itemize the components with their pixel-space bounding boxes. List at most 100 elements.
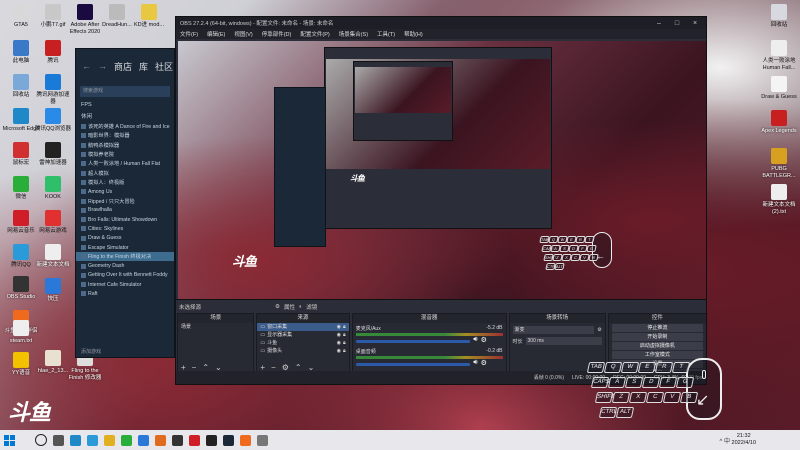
desktop-icon[interactable]: Apex Legends <box>760 110 798 135</box>
eye-icon[interactable]: ◉ <box>337 331 341 339</box>
filter-icon[interactable]: ◐ <box>299 304 302 310</box>
system-tray[interactable]: ^ 中 <box>720 436 730 445</box>
steam-search-input[interactable]: 搜索游戏 <box>80 86 170 97</box>
lock-icon[interactable]: 🔒︎ <box>343 339 346 347</box>
back-arrow-icon[interactable]: ← <box>82 61 91 71</box>
desktop-icon[interactable]: KOOK <box>34 176 72 201</box>
source-item[interactable]: ▭ 斗鱼 ◉ 🔒︎ <box>257 339 348 347</box>
desktop-icon[interactable]: PUBG BATTLEGR... <box>760 148 798 179</box>
control-button[interactable]: 停止推流 <box>611 324 703 332</box>
minimize-icon[interactable]: – <box>652 20 666 27</box>
folder-icon[interactable] <box>104 434 115 446</box>
steam-tab-store[interactable]: 商店 <box>114 60 132 73</box>
transition-type[interactable]: 渐变 ⚙ <box>512 326 602 334</box>
menu-item[interactable]: 视图(V) <box>234 30 252 38</box>
desktop-icon[interactable]: 新建文本文档 (2).txt <box>760 184 798 215</box>
menu-item[interactable]: 文件(F) <box>180 30 198 38</box>
steam-window[interactable]: ← → 商店 库 社区 搜索游戏 FPS 休闲 该死的英雄 A Dance of… <box>75 48 175 358</box>
menu-item[interactable]: 配置文件(P) <box>300 30 329 38</box>
steam-category[interactable]: FPS <box>76 100 174 110</box>
transition-gear-icon[interactable]: ⚙ <box>597 327 601 333</box>
lock-icon[interactable]: 🔒︎ <box>343 323 346 331</box>
desktop-icon[interactable]: 人类一败涂地 Human Fall... <box>760 40 798 71</box>
steam-category[interactable]: 休闲 <box>76 110 174 122</box>
forward-arrow-icon[interactable]: → <box>98 61 107 71</box>
steam-game-item[interactable]: Geometry Dash <box>76 261 174 270</box>
desktop-icon[interactable]: KD进 mod... <box>130 4 168 29</box>
wechat-icon[interactable] <box>121 434 132 446</box>
lock-icon[interactable]: 🔒︎ <box>343 331 346 339</box>
netease-icon[interactable] <box>189 434 200 446</box>
steam-game-item[interactable]: 模拟养老院 <box>76 150 174 159</box>
steam-taskbar-icon[interactable] <box>223 434 234 446</box>
menu-item[interactable]: 停靠部件(D) <box>262 30 292 38</box>
steam-game-item[interactable]: Among Us <box>76 187 174 196</box>
speaker-icon[interactable]: 🔊︎ <box>473 359 477 367</box>
desktop-icon[interactable]: 回收站 <box>760 4 798 29</box>
steam-game-item[interactable]: Draw & Guess <box>76 234 174 243</box>
menu-item[interactable]: 工具(T) <box>377 30 395 38</box>
gear-icon[interactable]: ⚙ <box>481 359 487 367</box>
desktop-icon[interactable]: 腾讯 <box>34 40 72 65</box>
menu-item[interactable]: 帮助(H) <box>404 30 423 38</box>
desktop-icon[interactable]: 雷神加速器 <box>34 142 72 167</box>
eye-icon[interactable]: ◉ <box>337 347 341 355</box>
source-item[interactable]: ▭ 摄像头 ◉ 🔒︎ <box>257 347 348 355</box>
source-item[interactable]: ▭ 窗口采集 ◉ 🔒︎ <box>257 323 349 331</box>
windows-start-icon[interactable] <box>4 434 15 446</box>
properties-button[interactable]: 属性 <box>284 303 295 311</box>
steam-game-item[interactable]: Fling to the Finish 终极对决 <box>76 252 174 262</box>
volume-slider[interactable] <box>355 362 471 366</box>
steam-tab-library[interactable]: 库 <box>139 60 148 73</box>
desktop-icon[interactable]: Draw & Guess <box>760 76 798 101</box>
filters-button[interactable]: 滤镜 <box>306 303 317 311</box>
lock-icon[interactable]: 🔒︎ <box>343 347 346 355</box>
control-button[interactable]: 启动虚拟摄像机 <box>611 342 703 350</box>
obs-preview[interactable]: 斗鱼 斗鱼 <box>178 41 706 299</box>
steam-game-item[interactable]: Internet Cafe Simulator <box>76 280 174 289</box>
steam-game-item[interactable]: Brawlhalla <box>76 206 174 215</box>
steam-game-item[interactable]: 该死的英雄 A Dance of Fire and Ice <box>76 122 174 131</box>
clock[interactable]: 21:32 2022/4/10 <box>732 433 756 447</box>
steam-game-item[interactable]: Ripped / 只只大冒险 <box>76 196 174 205</box>
steam-game-item[interactable]: Bro Falls: Ultimate Showdown <box>76 215 174 224</box>
gear-icon[interactable]: ⚙ <box>481 336 487 344</box>
app-icon-2[interactable] <box>257 434 268 446</box>
qq-icon[interactable] <box>138 434 149 446</box>
gear-icon[interactable]: ⚙ <box>275 304 280 310</box>
eye-icon[interactable]: ◉ <box>337 339 341 347</box>
steam-game-item[interactable]: 超人模拟 <box>76 168 174 177</box>
steam-game-item[interactable]: Escape Simulator <box>76 243 174 252</box>
steam-game-item[interactable]: 暗影世界：模拟器 <box>76 131 174 140</box>
obs-taskbar-icon[interactable] <box>172 434 183 446</box>
thunder-icon[interactable] <box>206 434 217 446</box>
menu-item[interactable]: 编辑(E) <box>207 30 225 38</box>
volume-slider[interactable] <box>355 339 471 343</box>
source-item[interactable]: ▭ 显示器采集 ◉ 🔒︎ <box>257 331 348 339</box>
menu-item[interactable]: 场景集合(S) <box>339 30 368 38</box>
steam-add-game[interactable]: 添加游戏 <box>81 348 101 355</box>
steam-game-item[interactable]: 人类一败涂地 / Human Fall Flat <box>76 159 174 168</box>
search-icon[interactable] <box>35 434 47 446</box>
steam-game-item[interactable]: 鹅鸭杀模拟器 <box>76 141 174 150</box>
task-view-icon[interactable] <box>53 434 64 446</box>
close-icon[interactable]: × <box>688 20 702 27</box>
edge-icon[interactable] <box>70 434 81 446</box>
app-icon[interactable] <box>155 434 166 446</box>
steam-tab-community[interactable]: 社区 <box>155 60 173 73</box>
steam-game-item[interactable]: Getting Over It with Bennett Foddy <box>76 271 174 280</box>
obs-window[interactable]: OBS 27.2.4 (64-bit, windows) - 配置文件: 未命名… <box>175 16 707 385</box>
desktop-icon[interactable]: 网易云游戏 <box>34 210 72 235</box>
explorer-icon[interactable] <box>87 434 98 446</box>
desktop-icon[interactable]: 新建文本文档 <box>34 244 72 269</box>
duration-input[interactable]: 300 ms <box>525 337 602 345</box>
maximize-icon[interactable]: □ <box>670 20 684 27</box>
steam-game-item[interactable]: Cities: Skylines <box>76 224 174 233</box>
eye-icon[interactable]: ◉ <box>337 323 341 331</box>
desktop-icon[interactable]: 腾讯QQ浏览器 <box>34 108 72 133</box>
desktop-icon[interactable]: steam.txt <box>2 320 40 345</box>
control-button[interactable]: 开始录制 <box>611 333 703 341</box>
steam-game-item[interactable]: 模拟人：终极版 <box>76 178 174 187</box>
scene-item[interactable]: 场景 <box>178 323 253 331</box>
transition-select[interactable]: 渐变 <box>512 326 595 334</box>
